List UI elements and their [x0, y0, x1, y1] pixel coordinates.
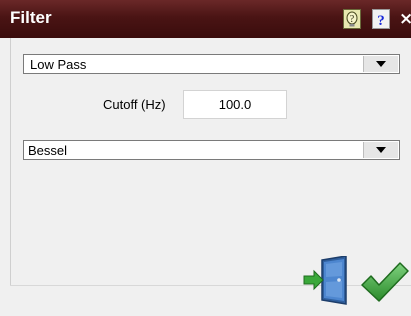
close-icon[interactable]: ×: [399, 9, 411, 29]
svg-text:?: ?: [350, 14, 355, 25]
question-icon[interactable]: ?: [372, 9, 390, 29]
checkmark-icon[interactable]: [359, 259, 409, 305]
filter-design-dropdown[interactable]: Bessel: [23, 140, 400, 160]
filter-dialog: Filter ? ? × Low Pass Cutoff (Hz) 100.0 …: [0, 0, 411, 316]
footer-divider: [10, 285, 411, 286]
cutoff-label: Cutoff (Hz): [103, 97, 166, 112]
svg-text:?: ?: [377, 13, 385, 28]
cutoff-input[interactable]: 100.0: [183, 90, 287, 119]
filter-design-value: Bessel: [28, 143, 68, 158]
context-help-icon[interactable]: ?: [343, 9, 361, 29]
filter-type-dropdown[interactable]: Low Pass: [23, 54, 400, 74]
dropdown-arrow-icon[interactable]: [363, 142, 398, 158]
filter-type-value: Low Pass: [30, 57, 87, 72]
content-panel: [10, 38, 411, 285]
dropdown-arrow-icon[interactable]: [363, 56, 398, 72]
title-bar: Filter ? ? ×: [0, 0, 411, 38]
window-title: Filter: [10, 8, 52, 27]
exit-door-icon[interactable]: [302, 255, 350, 308]
